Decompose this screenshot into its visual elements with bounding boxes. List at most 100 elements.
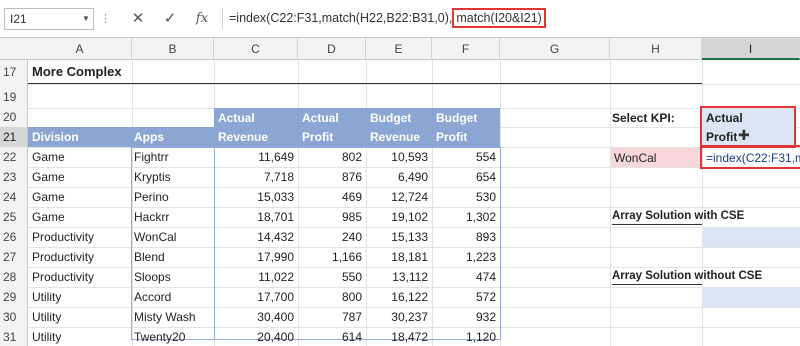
- cell-app[interactable]: Twenty20: [134, 330, 212, 344]
- cell-division[interactable]: Utility: [32, 310, 130, 324]
- row-header-24[interactable]: 24: [0, 187, 28, 207]
- cell-app[interactable]: Blend: [134, 250, 212, 264]
- cancel-icon[interactable]: ✕: [128, 9, 148, 29]
- name-box[interactable]: I21: [4, 8, 94, 30]
- cell-budget-profit[interactable]: 572: [432, 290, 496, 304]
- cell-app[interactable]: Misty Wash: [134, 310, 212, 324]
- cell-actual-profit[interactable]: 787: [298, 310, 362, 324]
- cell-actual-profit[interactable]: 1,166: [298, 250, 362, 264]
- cell-budget-revenue[interactable]: 13,112: [366, 270, 428, 284]
- cell-budget-revenue[interactable]: 15,133: [366, 230, 428, 244]
- row-header-23[interactable]: 23: [0, 167, 28, 187]
- cell-budget-revenue[interactable]: 16,122: [366, 290, 428, 304]
- cell-actual-revenue[interactable]: 7,718: [214, 170, 294, 184]
- cell-division[interactable]: Productivity: [32, 270, 130, 284]
- kpi-i22-formula[interactable]: =index(C22:F31,m: [706, 151, 800, 165]
- header-budget-revenue-top[interactable]: Budget: [370, 111, 411, 125]
- column-header-i[interactable]: I: [702, 38, 800, 60]
- row-header-19[interactable]: 19: [0, 86, 28, 108]
- kpi-i21[interactable]: Profit: [706, 130, 737, 144]
- header-apps[interactable]: Apps: [134, 130, 164, 144]
- header-budget-revenue-bottom[interactable]: Revenue: [370, 130, 420, 144]
- cell-actual-revenue[interactable]: 20,400: [214, 330, 294, 344]
- kpi-i20[interactable]: Actual: [706, 111, 743, 125]
- column-header-f[interactable]: F: [432, 38, 500, 60]
- cell-division[interactable]: Productivity: [32, 250, 130, 264]
- row-header-20[interactable]: 20: [0, 108, 28, 127]
- cell-budget-revenue[interactable]: 19,102: [366, 210, 428, 224]
- cell-actual-profit[interactable]: 614: [298, 330, 362, 344]
- cell-actual-revenue[interactable]: 17,990: [214, 250, 294, 264]
- cell-actual-revenue[interactable]: 15,033: [214, 190, 294, 204]
- cell-budget-profit[interactable]: 893: [432, 230, 496, 244]
- cell-division[interactable]: Utility: [32, 290, 130, 304]
- row-header-26[interactable]: 26: [0, 227, 28, 247]
- cell-division[interactable]: Game: [32, 210, 130, 224]
- cell-app[interactable]: Perino: [134, 190, 212, 204]
- cell-budget-profit[interactable]: 1,302: [432, 210, 496, 224]
- cell-actual-profit[interactable]: 800: [298, 290, 362, 304]
- cell-app[interactable]: Fightrr: [134, 150, 212, 164]
- cell-actual-profit[interactable]: 469: [298, 190, 362, 204]
- array-no-cse-result[interactable]: [702, 287, 800, 307]
- cell-budget-revenue[interactable]: 30,237: [366, 310, 428, 324]
- cell-app[interactable]: Accord: [134, 290, 212, 304]
- cell-budget-profit[interactable]: 1,223: [432, 250, 496, 264]
- cell-actual-revenue[interactable]: 17,700: [214, 290, 294, 304]
- row-header-30[interactable]: 30: [0, 307, 28, 327]
- cell-division[interactable]: Game: [32, 150, 130, 164]
- column-header-g[interactable]: G: [500, 38, 610, 60]
- cell-budget-revenue[interactable]: 10,593: [366, 150, 428, 164]
- cell-actual-revenue[interactable]: 14,432: [214, 230, 294, 244]
- cell-app[interactable]: Kryptis: [134, 170, 212, 184]
- row-header-25[interactable]: 25: [0, 207, 28, 227]
- header-budget-profit-bottom[interactable]: Profit: [436, 130, 467, 144]
- cell-budget-revenue[interactable]: 18,472: [366, 330, 428, 344]
- cell-actual-profit[interactable]: 240: [298, 230, 362, 244]
- header-actual-profit-bottom[interactable]: Profit: [302, 130, 333, 144]
- cell-actual-profit[interactable]: 985: [298, 210, 362, 224]
- function-icon[interactable]: fx: [192, 9, 212, 29]
- cell-division[interactable]: Game: [32, 190, 130, 204]
- column-header-e[interactable]: E: [366, 38, 432, 60]
- cell-actual-profit[interactable]: 802: [298, 150, 362, 164]
- cell-budget-profit[interactable]: 932: [432, 310, 496, 324]
- header-actual-revenue-top[interactable]: Actual: [218, 111, 255, 125]
- cell-app[interactable]: Sloops: [134, 270, 212, 284]
- header-division[interactable]: Division: [32, 130, 79, 144]
- cell-budget-profit[interactable]: 654: [432, 170, 496, 184]
- row-header-28[interactable]: 28: [0, 267, 28, 287]
- cell-budget-revenue[interactable]: 18,181: [366, 250, 428, 264]
- kpi-h22[interactable]: WonCal: [614, 151, 656, 165]
- row-header-29[interactable]: 29: [0, 287, 28, 307]
- chevron-down-icon[interactable]: ▼: [82, 14, 90, 23]
- cell-division[interactable]: Utility: [32, 330, 130, 344]
- header-budget-profit-top[interactable]: Budget: [436, 111, 477, 125]
- cell-budget-profit[interactable]: 530: [432, 190, 496, 204]
- row-header-31[interactable]: 31: [0, 327, 28, 346]
- cell-budget-revenue[interactable]: 12,724: [366, 190, 428, 204]
- column-header-c[interactable]: C: [214, 38, 298, 60]
- row-header-21[interactable]: 21: [0, 127, 28, 147]
- column-header-d[interactable]: D: [298, 38, 366, 60]
- column-header-h[interactable]: H: [610, 38, 702, 60]
- row-header-27[interactable]: 27: [0, 247, 28, 267]
- row-header-22[interactable]: 22: [0, 147, 28, 167]
- cell-actual-revenue[interactable]: 11,022: [214, 270, 294, 284]
- cell-actual-profit[interactable]: 876: [298, 170, 362, 184]
- cell-actual-profit[interactable]: 550: [298, 270, 362, 284]
- cell-budget-profit[interactable]: 1,120: [432, 330, 496, 344]
- cell-budget-profit[interactable]: 474: [432, 270, 496, 284]
- header-actual-profit-top[interactable]: Actual: [302, 111, 339, 125]
- formula-input[interactable]: =index(C22:F31,match(H22,B22:B31,0), matc…: [222, 8, 800, 30]
- cell-app[interactable]: Hackrr: [134, 210, 212, 224]
- column-header-a[interactable]: A: [28, 38, 132, 60]
- array-cse-result[interactable]: [702, 227, 800, 247]
- header-actual-revenue-bottom[interactable]: Revenue: [218, 130, 268, 144]
- cell-actual-revenue[interactable]: 11,649: [214, 150, 294, 164]
- cell-budget-revenue[interactable]: 6,490: [366, 170, 428, 184]
- enter-icon[interactable]: ✓: [160, 9, 180, 29]
- cell-division[interactable]: Productivity: [32, 230, 130, 244]
- row-header-17[interactable]: 17: [0, 60, 28, 84]
- cell-budget-profit[interactable]: 554: [432, 150, 496, 164]
